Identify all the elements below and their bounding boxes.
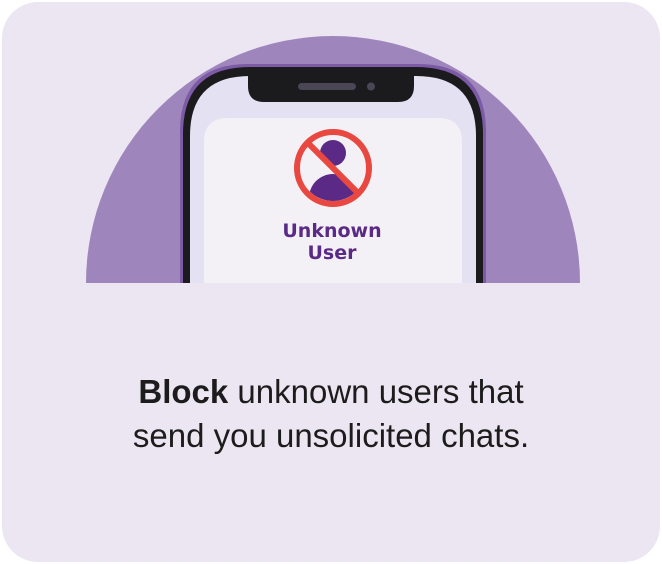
contact-name: Unknown User [242, 220, 422, 264]
contact-name-line1: Unknown [282, 220, 382, 242]
front-camera [367, 82, 375, 91]
message-line1: Block unknown users that [42, 370, 620, 414]
message-bold-word: Block [138, 373, 229, 410]
contact-name-line2: User [307, 242, 357, 264]
block-message: Block unknown users that send you unsoli… [42, 370, 620, 458]
speaker-grille [298, 83, 356, 90]
message-line1-rest: unknown users that [228, 373, 524, 410]
message-line2: send you unsolicited chats. [132, 417, 530, 454]
info-card: Unknown User Block unknown users that se… [2, 2, 660, 562]
